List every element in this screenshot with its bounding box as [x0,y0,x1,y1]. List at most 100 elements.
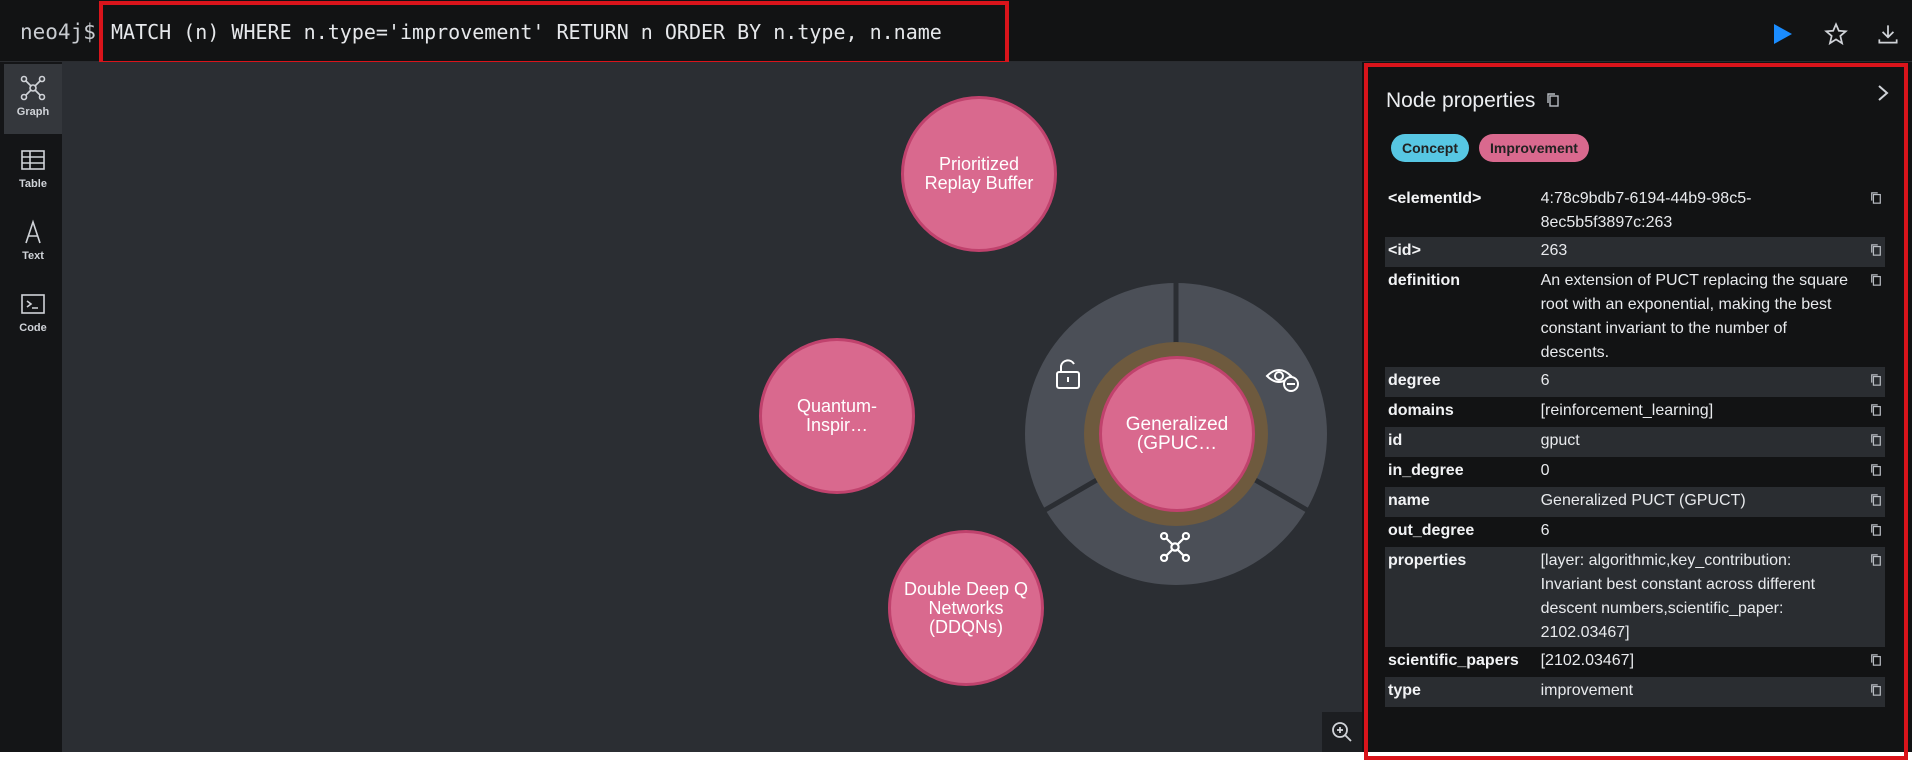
copy-value-button[interactable] [1854,237,1885,267]
properties-table: <elementId> 4:78c9bdb7-6194-44b9-98c5-8ec… [1385,185,1885,707]
query-input[interactable]: MATCH (n) WHERE n.type='improvement' RET… [111,20,942,44]
property-value: [layer: algorithmic,key_contribution: In… [1537,547,1855,647]
copy-icon [1871,684,1881,696]
sidebar-item-graph[interactable]: Graph [4,64,62,134]
property-row: name Generalized PUCT (GPUCT) [1385,487,1885,517]
copy-icon [1871,404,1881,416]
property-row: <elementId> 4:78c9bdb7-6194-44b9-98c5-8ec… [1385,185,1885,237]
property-key: <elementId> [1388,190,1482,207]
property-row: definition An extension of PUCT replacing… [1385,267,1885,367]
zoom-in-button[interactable] [1322,712,1362,752]
code-icon [21,294,45,314]
copy-icon [1871,434,1881,446]
sidebar-item-code[interactable]: Code [4,280,62,350]
sidebar-item-table[interactable]: Table [4,136,62,206]
node-caption: (GPUC… [1136,433,1218,454]
property-key: scientific_papers [1388,652,1519,669]
property-value: 0 [1540,462,1550,479]
property-key: domains [1388,402,1454,419]
copy-icon [1871,244,1881,256]
property-key: type [1385,677,1538,707]
property-key: name [1385,487,1538,517]
query-editor[interactable]: MATCH (n) WHERE n.type='improvement' RET… [99,1,1009,65]
copy-icon[interactable] [1546,92,1560,108]
hide-icon[interactable] [1264,359,1302,397]
collapse-panel-icon[interactable] [1874,83,1892,103]
sidebar-item-label: Table [19,178,47,190]
property-row: properties [layer: algorithmic,key_contri… [1385,547,1885,647]
copy-value-button[interactable] [1854,185,1885,237]
label-chip-concept[interactable]: Concept [1391,134,1469,162]
property-value: [reinforcement_learning] [1540,402,1714,419]
unlock-icon[interactable] [1050,356,1084,392]
node-caption: Generalized [1125,414,1229,435]
copy-value-button[interactable] [1854,547,1885,647]
property-value: 6 [1540,522,1550,539]
copy-icon [1871,374,1881,386]
graph-node[interactable]: Prioritized Replay Buffer [901,96,1057,252]
query-prompt: neo4j$ [20,20,96,44]
copy-icon [1871,192,1881,204]
property-key: definition [1388,272,1460,289]
copy-value-button[interactable] [1854,487,1885,517]
graph-icon [20,75,46,101]
graph-node[interactable]: Double Deep Q Networks (DDQNs) [888,530,1044,686]
graph-node[interactable]: Quantum-Inspir… [759,338,915,494]
property-key: degree [1385,367,1538,397]
property-key: properties [1385,547,1538,647]
property-key: <id> [1385,237,1538,267]
node-caption: Double Deep Q [903,578,1029,599]
view-sidebar: Graph Table Text Code [0,62,62,752]
property-value: Generalized PUCT (GPUCT) [1537,487,1855,517]
sidebar-item-text[interactable]: Text [4,208,62,278]
property-row: domains [reinforcement_learning] [1385,397,1885,427]
favorite-star-icon[interactable] [1823,21,1849,47]
node-caption: (DDQNs) [928,616,1003,637]
copy-value-button[interactable] [1854,267,1885,367]
copy-icon [1871,524,1881,536]
copy-value-button[interactable] [1854,397,1885,427]
property-key: out_degree [1388,522,1475,539]
copy-value-button[interactable] [1854,457,1885,487]
panel-title: Node properties [1386,89,1536,112]
expand-icon[interactable] [1158,530,1192,564]
property-row: id gpuct [1385,427,1885,457]
copy-icon [1871,274,1881,286]
property-value: [2102.03467] [1540,652,1635,669]
graph-canvas[interactable]: Prioritized Replay Buffer Quantum-Inspir…… [62,62,1362,752]
sidebar-item-label: Graph [16,106,50,118]
property-value: 6 [1537,367,1855,397]
copy-value-button[interactable] [1854,677,1885,707]
property-row: out_degree 6 [1385,517,1885,547]
property-value: 4:78c9bdb7-6194-44b9-98c5-8ec5b5f3897c:2… [1540,190,1752,231]
graph-node-selected[interactable]: Generalized (GPUC… [1099,356,1255,512]
property-row: in_degree 0 [1385,457,1885,487]
query-bar: neo4j$ MATCH (n) WHERE n.type='improveme… [0,0,1912,65]
download-icon[interactable] [1875,21,1901,47]
node-caption: Networks [928,597,1004,618]
node-caption: Prioritized [938,154,1019,174]
table-icon [21,150,45,170]
node-caption: Quantum-Inspir… [796,396,878,435]
property-key: id [1385,427,1538,457]
copy-value-button[interactable] [1854,647,1885,677]
property-value: 263 [1537,237,1855,267]
label-chip-improvement[interactable]: Improvement [1479,134,1589,162]
run-query-button[interactable] [1770,22,1794,46]
property-value: improvement [1537,677,1855,707]
copy-icon [1871,494,1881,506]
property-row: scientific_papers [2102.03467] [1385,647,1885,677]
property-value: gpuct [1537,427,1855,457]
property-key: in_degree [1388,462,1464,479]
copy-value-button[interactable] [1854,427,1885,457]
copy-icon [1871,464,1881,476]
property-row: type improvement [1385,677,1885,707]
node-caption: Replay Buffer [924,173,1034,193]
property-value: An extension of PUCT replacing the squar… [1540,272,1849,361]
copy-value-button[interactable] [1854,517,1885,547]
sidebar-item-label: Code [19,322,47,334]
property-row: degree 6 [1385,367,1885,397]
copy-icon [1871,554,1881,566]
property-row: <id> 263 [1385,237,1885,267]
copy-value-button[interactable] [1854,367,1885,397]
